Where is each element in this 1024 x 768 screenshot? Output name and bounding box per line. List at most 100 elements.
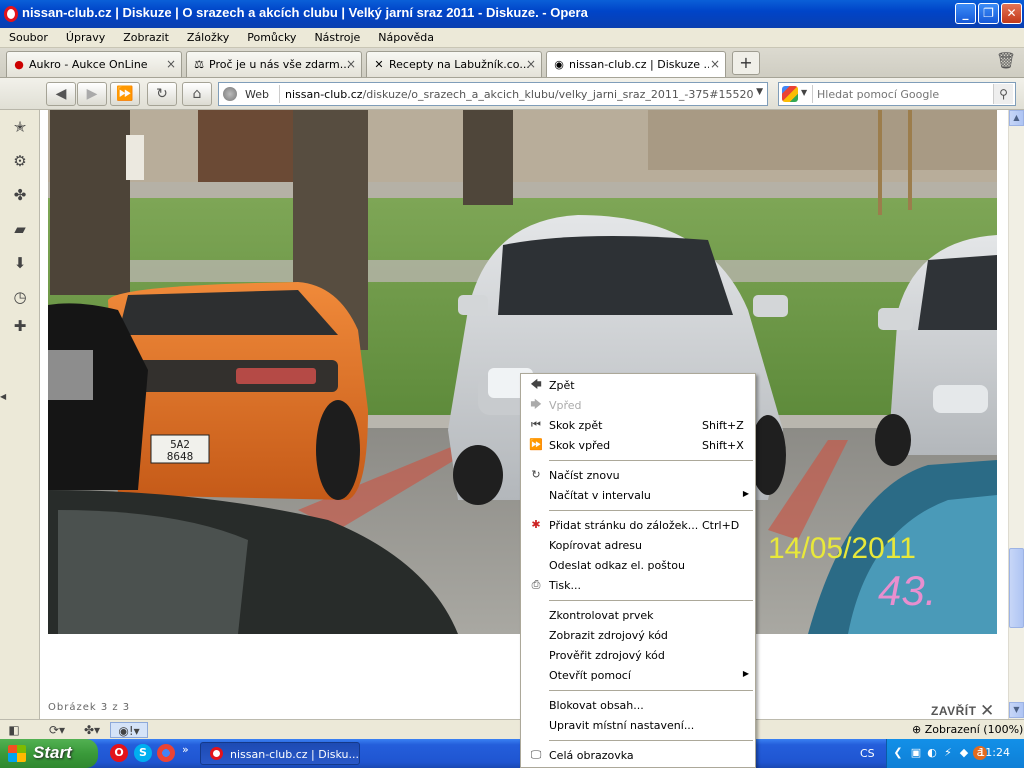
back-button[interactable]: ◀ [46, 82, 76, 106]
menu-upravy[interactable]: Úpravy [57, 28, 114, 44]
tab-close-icon[interactable]: × [346, 57, 356, 71]
menu-item-upravit-nastaveni[interactable]: Upravit místní nastavení... [521, 715, 755, 735]
add-panel-icon[interactable]: ✚ [10, 316, 30, 336]
quicklaunch-chevron-icon[interactable]: » [182, 743, 189, 756]
menu-item-blokovat-obsah[interactable]: Blokovat obsah... [521, 695, 755, 715]
trash-icon[interactable]: 🗑 [994, 51, 1018, 75]
scroll-up-icon[interactable]: ▲ [1009, 110, 1024, 126]
shield-icon[interactable]: ◆ [957, 746, 971, 760]
menu-item-pridat-zalozku[interactable]: ✱ Přidat stránku do záložek... Ctrl+D [521, 515, 755, 535]
back-arrow-icon: ◀ [55, 86, 67, 102]
reload-button[interactable]: ↻ [147, 82, 177, 106]
tab-close-icon[interactable]: × [710, 57, 720, 71]
maximize-button[interactable]: ❐ [978, 3, 999, 24]
menu-item-cela-obrazovka[interactable]: 🖵 Celá obrazovka [521, 745, 755, 765]
side-panel: ✭ ⚙ ✤ ▰ ⬇ ◷ ✚ ◀ [0, 110, 40, 719]
unite-panel-icon[interactable]: ✤ [10, 185, 30, 205]
windows-logo-icon [8, 745, 26, 762]
new-tab-button[interactable]: + [732, 51, 760, 75]
tab-nissan-club[interactable]: ◉ nissan-club.cz | Diskuze ... × [546, 51, 726, 77]
menu-item-tisk[interactable]: ⎙ Tisk... [521, 575, 755, 595]
downloads-panel-icon[interactable]: ⬇ [10, 253, 30, 273]
close-button[interactable]: ✕ [1001, 3, 1022, 24]
menu-item-zpet[interactable]: 🡄 Zpět [521, 375, 755, 395]
menu-divider [549, 510, 753, 511]
tab-close-icon[interactable]: × [526, 57, 536, 71]
menu-pomucky[interactable]: Pomůcky [238, 28, 305, 44]
menu-item-proverit-zdrojovy-kod[interactable]: Prověřit zdrojový kód [521, 645, 755, 665]
minimize-button[interactable]: _ [955, 3, 976, 24]
menu-item-zobrazit-zdrojovy-kod[interactable]: Zobrazit zdrojový kód [521, 625, 755, 645]
close-gallery-label[interactable]: ZAVŘÍT [931, 704, 976, 718]
menu-divider [549, 600, 753, 601]
menu-nastroje[interactable]: Nástroje [305, 28, 369, 44]
home-button[interactable]: ⌂ [182, 82, 212, 106]
zoom-level[interactable]: ⊕ Zobrazení (100%) [912, 723, 1023, 736]
chrome-quicklaunch-icon[interactable] [157, 744, 175, 762]
opera-quicklaunch-icon[interactable]: O [110, 744, 128, 762]
fast-forward-icon: ⏩ [116, 86, 134, 102]
chevron-down-icon[interactable]: ▼ [801, 88, 807, 97]
start-button[interactable]: Start [0, 739, 98, 768]
menu-zalozky[interactable]: Záložky [178, 28, 238, 44]
zoom-icon: ⊕ [912, 723, 925, 736]
title-bar[interactable]: nissan-club.cz | Diskuze | O srazech a a… [0, 0, 1024, 28]
menu-item-otevrit-pomoci[interactable]: Otevřít pomocí ▶ [521, 665, 755, 685]
menu-item-zkontrolovat-prvek[interactable]: Zkontrolovat prvek [521, 605, 755, 625]
tab-bar: ● Aukro - Aukce OnLine × ⚖ Proč je u nás… [0, 48, 1024, 78]
close-icon[interactable]: ✕ [980, 701, 994, 721]
network-icon[interactable]: ▣ [909, 746, 923, 760]
tab-aukro[interactable]: ● Aukro - Aukce OnLine × [6, 51, 182, 77]
tray-chevron-icon[interactable]: ❮ [891, 746, 905, 760]
address-toolbar: ◀ ▶ ⏩ ↻ ⌂ Web nissan-club.cz/diskuze/o_s… [0, 78, 1024, 110]
globe-icon [223, 87, 237, 101]
menu-item-nacitat-v-intervalu[interactable]: Načítat v intervalu ▶ [521, 485, 755, 505]
menu-napoveda[interactable]: Nápověda [369, 28, 443, 44]
history-panel-icon[interactable]: ◷ [10, 287, 30, 307]
tab-close-icon[interactable]: × [166, 57, 176, 71]
tab-recepty[interactable]: ✕ Recepty na Labužník.co... × [366, 51, 542, 77]
language-indicator[interactable]: CS [860, 747, 875, 760]
scroll-down-icon[interactable]: ▼ [1009, 702, 1024, 718]
widgets-panel-icon[interactable]: ⚙ [10, 151, 30, 171]
menu-zobrazit[interactable]: Zobrazit [114, 28, 178, 44]
search-input[interactable] [817, 86, 987, 102]
notes-panel-icon[interactable]: ▰ [10, 219, 30, 239]
panel-toggle-icon[interactable]: ◀ [0, 392, 6, 401]
forward-arrow-icon: ▶ [86, 86, 98, 102]
menu-item-kopirovat-adresu[interactable]: Kopírovat adresu [521, 535, 755, 555]
bookmarks-panel-icon[interactable]: ✭ [10, 117, 30, 137]
panel-toggle-icon[interactable]: ◧ [6, 722, 22, 738]
chevron-down-icon[interactable]: ▼ [756, 87, 763, 97]
google-icon[interactable] [782, 86, 798, 102]
menu-item-skok-zpet[interactable]: ⏮ Skok zpět Shift+Z [521, 415, 755, 435]
taskbar: Start O S » nissan-club.cz | Disku... CS… [0, 739, 1024, 768]
unite-icon[interactable]: ✤▾ [80, 722, 104, 738]
menu-item-skok-vpred[interactable]: ⏩ Skok vpřed Shift+X [521, 435, 755, 455]
forward-button[interactable]: ▶ [77, 82, 107, 106]
scrollbar-thumb[interactable] [1009, 548, 1024, 628]
context-menu: 🡄 Zpět 🡆 Vpřed ⏮ Skok zpět Shift+Z ⏩ Skok vpř… [520, 373, 756, 768]
sync-icon[interactable]: ⟳▾ [44, 722, 70, 738]
volume-icon[interactable]: ◐ [925, 746, 939, 760]
menu-item-vpred[interactable]: 🡆 Vpřed [521, 395, 755, 415]
opera-logo-icon [4, 6, 18, 22]
safely-remove-icon[interactable]: ⚡ [941, 746, 955, 760]
url-path: /diskuze/o_srazech_a_akcich_klubu/velky_… [362, 88, 754, 101]
clock[interactable]: 11:24 [978, 746, 1010, 759]
fast-forward-button[interactable]: ⏩ [110, 82, 140, 106]
skype-quicklaunch-icon[interactable]: S [134, 744, 152, 762]
menu-divider [549, 740, 753, 741]
taskbar-window-button[interactable]: nissan-club.cz | Disku... [200, 742, 360, 765]
search-icon[interactable]: ⚲ [993, 84, 1013, 104]
menu-item-nacist-znovu[interactable]: ↻ Načíst znovu [521, 465, 755, 485]
tab-proc-zdarma[interactable]: ⚖ Proč je u nás vše zdarm... × [186, 51, 362, 77]
shortcut-label: Ctrl+D [702, 519, 740, 532]
menu-soubor[interactable]: Soubor [0, 28, 57, 44]
vertical-scrollbar[interactable]: ▲ ▼ [1008, 110, 1024, 719]
zoom-label: Zobrazení (100%) [924, 723, 1024, 736]
menu-item-odeslat-odkaz[interactable]: Odeslat odkaz el. poštou [521, 555, 755, 575]
turbo-icon[interactable]: ◉!▾ [110, 722, 148, 738]
address-field[interactable]: Web nissan-club.cz/diskuze/o_srazech_a_a… [218, 82, 768, 106]
url-text[interactable]: nissan-club.cz/diskuze/o_srazech_a_akcic… [285, 88, 755, 101]
